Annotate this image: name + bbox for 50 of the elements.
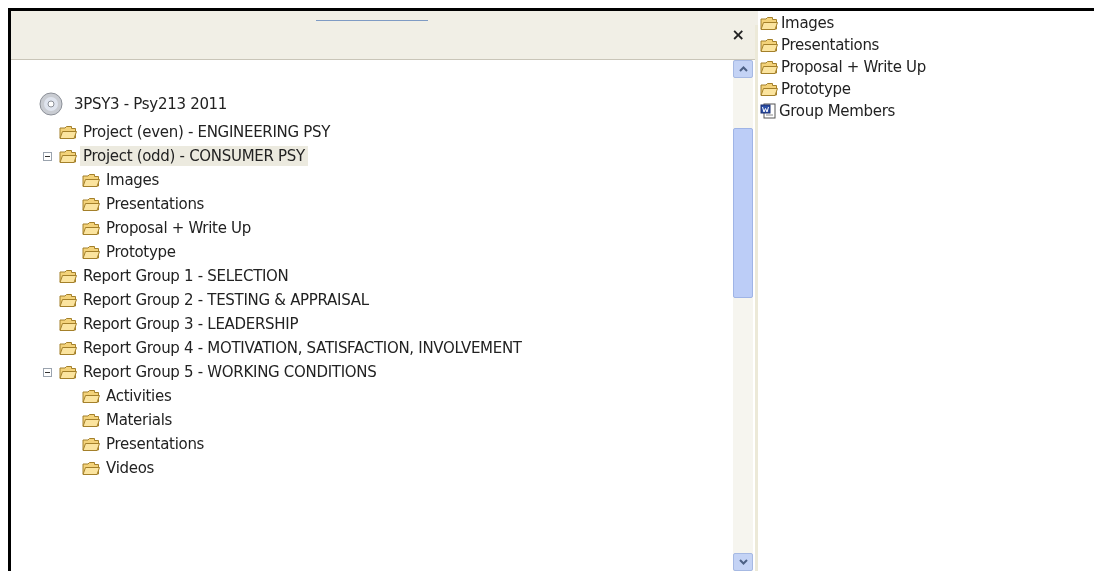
tree-item[interactable]: Videos <box>103 458 158 478</box>
tree-item[interactable]: Report Group 2 - TESTING & APPRAISAL <box>80 290 372 310</box>
scrollbar[interactable] <box>733 60 753 571</box>
folder-icon <box>59 269 77 283</box>
tree-item[interactable]: Report Group 5 - WORKING CONDITIONS <box>80 362 380 382</box>
tree-item[interactable]: Report Group 1 - SELECTION <box>80 266 292 286</box>
folder-icon <box>760 16 778 30</box>
tree-item[interactable]: Presentations <box>103 194 208 214</box>
file-item[interactable]: Group Members <box>779 102 896 120</box>
tree-item[interactable]: Project (even) - ENGINEERING PSY <box>80 122 334 142</box>
folder-icon <box>59 125 77 139</box>
scroll-thumb[interactable] <box>733 128 753 298</box>
folder-icon <box>82 245 100 259</box>
file-item[interactable]: Images <box>781 14 834 32</box>
tree-item[interactable]: Presentations <box>103 434 208 454</box>
folder-icon <box>59 317 77 331</box>
file-item[interactable]: Prototype <box>781 80 851 98</box>
folder-icon <box>760 60 778 74</box>
file-item[interactable]: Proposal + Write Up <box>781 58 926 76</box>
folder-icon <box>82 437 100 451</box>
collapse-icon[interactable] <box>42 367 52 377</box>
scroll-up-button[interactable] <box>733 60 753 78</box>
tree-item[interactable]: Report Group 4 - MOTIVATION, SATISFACTION, INVOLVEMENT <box>80 338 525 358</box>
tree-root[interactable]: 3PSY3 - Psy213 2011 <box>71 94 231 114</box>
tree-item[interactable]: Proposal + Write Up <box>103 218 254 238</box>
folder-icon <box>59 341 77 355</box>
scroll-down-button[interactable] <box>733 553 753 571</box>
caret-down-icon <box>738 559 748 565</box>
close-button[interactable]: × <box>729 26 747 44</box>
collapse-icon[interactable] <box>42 151 52 161</box>
folder-icon <box>82 197 100 211</box>
tree-item[interactable]: Activities <box>103 386 175 406</box>
folder-icon <box>59 365 77 379</box>
tree-item[interactable]: Images <box>103 170 162 190</box>
folder-icon <box>760 82 778 96</box>
folder-icon <box>82 461 100 475</box>
tree-item[interactable]: Materials <box>103 410 176 430</box>
folder-icon <box>82 221 100 235</box>
tree-item[interactable]: Report Group 3 - LEADERSHIP <box>80 314 302 334</box>
folder-icon <box>59 149 77 163</box>
file-item[interactable]: Presentations <box>781 36 880 54</box>
tree-item[interactable]: Project (odd) - CONSUMER PSY <box>80 146 308 166</box>
folder-icon <box>59 293 77 307</box>
caret-up-icon <box>738 66 748 72</box>
disc-icon <box>39 92 63 116</box>
folder-icon <box>82 413 100 427</box>
folder-icon <box>760 38 778 52</box>
tree-item[interactable]: Prototype <box>103 242 179 262</box>
folder-icon <box>82 173 100 187</box>
folder-icon <box>82 389 100 403</box>
